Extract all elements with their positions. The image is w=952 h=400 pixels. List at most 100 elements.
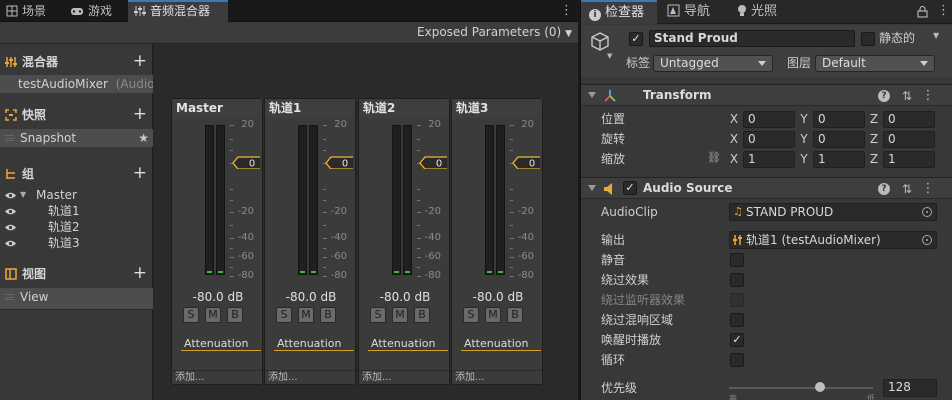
group-item-1[interactable]: 轨道1 (0, 203, 153, 219)
solo-button[interactable]: S (370, 307, 386, 323)
transform-position-x-input[interactable]: 0 (743, 111, 795, 128)
static-checkbox[interactable] (861, 32, 875, 46)
priority-value-input[interactable]: 128 (883, 379, 937, 397)
object-picker-icon[interactable] (922, 235, 932, 245)
group-item-2[interactable]: 轨道2 (0, 219, 153, 235)
attenuation-effect[interactable]: Attenuation (368, 336, 448, 351)
play-on-awake-checkbox[interactable]: ✓ (730, 333, 744, 347)
strip-title[interactable]: 轨道1 (265, 99, 355, 118)
active-checkbox[interactable]: ✓ (629, 32, 643, 46)
eye-visibility-icon[interactable] (4, 223, 17, 232)
axis-y-label[interactable]: Y (799, 150, 809, 168)
add-snapshot-button[interactable]: + (133, 104, 147, 125)
tab-navigation[interactable]: 导航 (659, 0, 727, 24)
axis-x-label[interactable]: X (729, 110, 739, 128)
bypass-listener-checkbox[interactable] (730, 293, 744, 307)
object-picker-icon[interactable] (922, 207, 932, 217)
axis-z-label[interactable]: Z (869, 130, 879, 148)
attenuation-effect[interactable]: Attenuation (181, 336, 261, 351)
transform-scale-x-input[interactable]: 1 (743, 151, 795, 168)
icon-dropdown-arrow-icon[interactable]: ▼ (607, 52, 612, 60)
mute-button[interactable]: M (485, 307, 501, 323)
solo-button[interactable]: S (183, 307, 199, 323)
mixer-list-item[interactable]: testAudioMixer (Audio (0, 75, 153, 93)
eye-visibility-icon[interactable] (4, 239, 17, 248)
group-item-3[interactable]: 轨道3 (0, 235, 153, 251)
priority-slider-thumb[interactable] (815, 382, 825, 392)
add-effect-button[interactable]: 添加... (359, 370, 449, 384)
output-field[interactable]: 轨道1 (testAudioMixer) (729, 231, 937, 249)
tab-lighting[interactable]: 光照 (729, 0, 791, 24)
attenuation-effect[interactable]: Attenuation (461, 336, 541, 351)
bypass-button[interactable]: B (414, 307, 430, 323)
volume-fader-handle[interactable]: 0 (512, 156, 540, 169)
bypass-button[interactable]: B (507, 307, 523, 323)
presets-sliders-icon[interactable]: ⇅ (900, 182, 914, 196)
add-effect-button[interactable]: 添加... (265, 370, 355, 384)
tag-dropdown[interactable]: Untagged (653, 55, 773, 72)
bypass-button[interactable]: B (227, 307, 243, 323)
add-view-button[interactable]: + (133, 263, 147, 284)
transform-rotation-z-input[interactable]: 0 (883, 131, 935, 148)
strip-title[interactable]: 轨道2 (359, 99, 449, 118)
layer-dropdown[interactable]: Default (815, 55, 935, 72)
volume-fader-handle[interactable]: 0 (419, 156, 447, 169)
attenuation-effect[interactable]: Attenuation (274, 336, 354, 351)
snapshot-list-item[interactable]: Snapshot ★ (0, 129, 153, 147)
eye-visibility-icon[interactable] (4, 191, 17, 200)
mute-button[interactable]: M (392, 307, 408, 323)
audio-source-enabled-checkbox[interactable]: ✓ (623, 181, 637, 195)
exposed-parameters-dropdown[interactable]: Exposed Parameters (0) ▼ (413, 22, 576, 43)
gameobject-name-input[interactable]: Stand Proud (649, 30, 855, 47)
bypass-button[interactable]: B (320, 307, 336, 323)
help-icon[interactable]: ? (878, 90, 890, 102)
help-icon[interactable]: ? (878, 183, 890, 195)
bypass-reverb-checkbox[interactable] (730, 313, 744, 327)
drag-handle-icon[interactable] (5, 294, 14, 300)
static-dropdown-arrow-icon[interactable]: ▼ (933, 31, 939, 40)
priority-slider-track[interactable] (729, 387, 873, 389)
strip-title[interactable]: Master (172, 99, 262, 118)
add-mixer-button[interactable]: + (133, 51, 147, 72)
component-menu-icon[interactable]: ⋮ (921, 89, 935, 103)
axis-x-label[interactable]: X (729, 130, 739, 148)
audioclip-field[interactable]: ♫ STAND PROUD (729, 203, 937, 221)
transform-header[interactable]: Transform ? ⇅ ⋮ (581, 84, 952, 106)
mute-button[interactable]: M (298, 307, 314, 323)
axis-z-label[interactable]: Z (869, 150, 879, 168)
solo-button[interactable]: S (276, 307, 292, 323)
axis-z-label[interactable]: Z (869, 110, 879, 128)
lock-icon[interactable] (917, 5, 928, 18)
more-options-icon[interactable]: ⋮ (560, 3, 573, 19)
tab-inspector[interactable]: i 检查器 (581, 0, 657, 24)
group-item-0[interactable]: ▼ Master (0, 187, 153, 203)
add-effect-button[interactable]: 添加... (452, 370, 542, 384)
transform-position-z-input[interactable]: 0 (883, 111, 935, 128)
eye-visibility-icon[interactable] (4, 207, 17, 216)
transform-position-y-input[interactable]: 0 (813, 111, 865, 128)
axis-y-label[interactable]: Y (799, 110, 809, 128)
expand-arrow-icon[interactable]: ▼ (20, 187, 26, 203)
view-list-item[interactable]: View (0, 288, 153, 310)
strip-title[interactable]: 轨道3 (452, 99, 542, 118)
foldout-arrow-icon[interactable] (588, 185, 596, 191)
axis-y-label[interactable]: Y (799, 130, 809, 148)
constrain-proportions-icon[interactable]: ⛓ (707, 151, 721, 164)
add-effect-button[interactable]: 添加... (172, 370, 262, 384)
more-options-icon[interactable]: ⋮ (937, 3, 950, 18)
bypass-effects-checkbox[interactable] (730, 273, 744, 287)
mute-checkbox[interactable] (730, 253, 744, 267)
transform-rotation-x-input[interactable]: 0 (743, 131, 795, 148)
loop-checkbox[interactable] (730, 353, 744, 367)
add-group-button[interactable]: + (133, 163, 147, 184)
volume-fader-handle[interactable]: 0 (325, 156, 353, 169)
axis-x-label[interactable]: X (729, 150, 739, 168)
tab-scene[interactable]: 场景 (0, 0, 62, 22)
tab-audio-mixer[interactable]: 音频混合器 (128, 0, 228, 22)
transform-scale-y-input[interactable]: 1 (813, 151, 865, 168)
drag-handle-icon[interactable] (5, 135, 14, 141)
presets-sliders-icon[interactable]: ⇅ (900, 89, 914, 103)
component-menu-icon[interactable]: ⋮ (921, 182, 935, 196)
foldout-arrow-icon[interactable] (588, 92, 596, 98)
transform-scale-z-input[interactable]: 1 (883, 151, 935, 168)
